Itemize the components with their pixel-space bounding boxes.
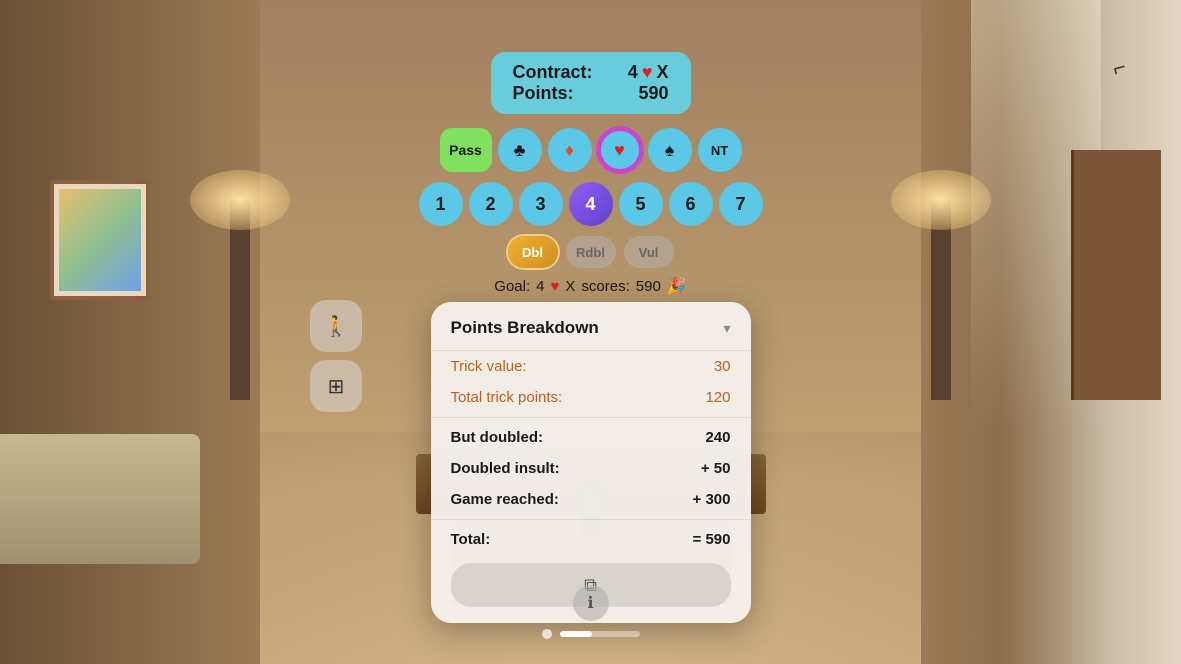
game-reached-value: + 300 [693,491,731,508]
total-value: = 590 [693,531,731,548]
contract-label: Contract: [513,62,593,83]
progress-bar [560,631,640,637]
confetti-icon: 🎉 [667,276,687,296]
bid-pass-button[interactable]: Pass [440,128,492,172]
contract-double: X [656,62,668,83]
dbl-button[interactable]: Dbl [508,236,558,268]
contract-panel: Contract: 4 ♥ X Points: 590 [491,52,691,114]
game-reached-label: Game reached: [451,491,559,508]
progress-dot [542,629,552,639]
total-trick-points-label: Total trick points: [451,389,563,406]
bid-spade-button[interactable]: ♠ [648,128,692,172]
modifier-row: Dbl Rdbl Vul [508,236,674,268]
contract-number: 4 [628,62,638,83]
contract-suit-icon: ♥ [642,62,653,83]
bid-number-4[interactable]: 4 [569,182,613,226]
total-row: Total: = 590 [431,524,751,555]
contract-row: Contract: 4 ♥ X [513,62,669,83]
bid-number-3[interactable]: 3 [519,182,563,226]
trick-value-row: Trick value: 30 [431,351,751,382]
chevron-down-icon[interactable]: ▾ [723,320,730,337]
doubled-insult-value: + 50 [701,460,731,477]
but-doubled-row: But doubled: 240 [431,422,751,453]
but-doubled-value: 240 [705,429,730,446]
bid-nt-button[interactable]: NT [698,128,742,172]
bid-number-selector: 1 2 3 4 5 6 7 [419,182,763,226]
goal-number: 4 [536,278,544,295]
progress-track [542,629,640,639]
points-value: 590 [638,83,668,104]
vul-button[interactable]: Vul [624,236,674,268]
goal-prefix: Goal: [494,278,530,295]
goal-suit-icon: ♥ [550,278,559,295]
goal-suffix: scores: [581,278,629,295]
total-label: Total: [451,531,491,548]
goal-score: 590 [636,278,661,295]
trick-value-value: 30 [714,358,731,375]
total-trick-points-row: Total trick points: 120 [431,382,751,413]
bid-number-7[interactable]: 7 [719,182,763,226]
bid-number-1[interactable]: 1 [419,182,463,226]
doubled-insult-row: Doubled insult: + 50 [431,453,751,484]
ui-container: Contract: 4 ♥ X Points: 590 Pass ♣ ♦ ♥ ♠… [0,0,1181,664]
info-button[interactable]: ℹ [573,585,609,621]
divider-2 [431,519,751,520]
points-row: Points: 590 [513,83,669,104]
bid-suit-selector: Pass ♣ ♦ ♥ ♠ NT [440,128,742,172]
divider-1 [431,417,751,418]
bid-number-2[interactable]: 2 [469,182,513,226]
trick-value-label: Trick value: [451,358,527,375]
breakdown-card: Points Breakdown ▾ Trick value: 30 Total… [431,302,751,623]
bid-heart-button[interactable]: ♥ [598,128,642,172]
goal-row: Goal: 4 ♥ X scores: 590 🎉 [494,276,686,296]
bid-club-button[interactable]: ♣ [498,128,542,172]
progress-bar-fill [560,631,592,637]
bottom-bar: ℹ [542,585,640,639]
bid-number-5[interactable]: 5 [619,182,663,226]
contract-value: 4 ♥ X [628,62,669,83]
bid-diamond-button[interactable]: ♦ [548,128,592,172]
breakdown-title: Points Breakdown [451,318,599,338]
goal-multiplier: X [565,278,575,295]
bid-number-6[interactable]: 6 [669,182,713,226]
breakdown-header: Points Breakdown ▾ [431,302,751,351]
game-reached-row: Game reached: + 300 [431,484,751,515]
points-label: Points: [513,83,574,104]
total-trick-points-value: 120 [705,389,730,406]
but-doubled-label: But doubled: [451,429,543,446]
doubled-insult-label: Doubled insult: [451,460,560,477]
rdbl-button[interactable]: Rdbl [566,236,616,268]
